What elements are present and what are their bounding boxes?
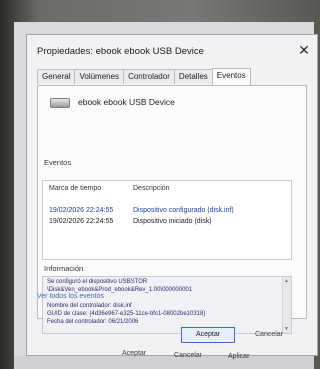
column-header-timestamp[interactable]: Marca de tiempo xyxy=(49,185,101,192)
info-line: Nombre del controlador: disk.inf xyxy=(47,303,132,309)
tab-details[interactable]: Detalles xyxy=(173,69,213,84)
close-icon[interactable]: ✕ xyxy=(295,41,313,59)
properties-dialog: Propiedades: ebook ebook USB Device ✕ Ge… xyxy=(26,34,318,356)
background-cancel-button[interactable]: Cancelar xyxy=(174,352,202,359)
events-list[interactable]: Marca de tiempo Descripción 19/02/2026 2… xyxy=(42,180,292,260)
event-timestamp: 19/02/2026 22:24:55 xyxy=(49,218,114,225)
view-all-events-link[interactable]: Ver todos los eventos xyxy=(37,293,104,300)
info-line: Fecha del controlador: 06/21/2006 xyxy=(47,319,139,325)
column-header-description[interactable]: Descripción xyxy=(133,185,170,192)
tab-volumes[interactable]: Volúmenes xyxy=(74,69,125,84)
background-window-strip xyxy=(14,356,314,369)
event-description: Dispositivo configurado (disk.inf) xyxy=(133,207,234,214)
info-label: Información xyxy=(44,264,84,273)
tab-events[interactable]: Eventos xyxy=(211,68,251,85)
event-description: Dispositivo iniciado (disk) xyxy=(133,218,212,225)
info-line: Se configuró el dispositivo USBSTOR xyxy=(47,279,148,285)
events-panel: ebook ebook USB Device Eventos Marca de … xyxy=(37,85,307,334)
tab-general[interactable]: General xyxy=(37,69,76,84)
info-line: GUID de clase: {4d36e967-e325-11ce-bfc1-… xyxy=(47,311,206,317)
info-textbox[interactable]: Se configuró el dispositivo USBSTOR \Dis… xyxy=(42,276,292,334)
info-scrollbar[interactable]: ▲ ▼ xyxy=(282,277,291,333)
scroll-up-icon[interactable]: ▲ xyxy=(284,278,289,284)
event-row[interactable]: 19/02/2026 22:24:55 Dispositivo iniciado… xyxy=(45,216,289,227)
title-bar: Propiedades: ebook ebook USB Device ✕ xyxy=(27,35,317,65)
events-label: Eventos xyxy=(44,158,72,167)
device-name: ebook ebook USB Device xyxy=(78,97,175,107)
tab-driver[interactable]: Controlador xyxy=(123,69,175,84)
dialog-title: Propiedades: ebook ebook USB Device xyxy=(37,46,204,57)
event-row[interactable]: 19/02/2026 22:24:55 Dispositivo configur… xyxy=(45,205,289,216)
usb-drive-icon xyxy=(50,98,70,108)
accept-button[interactable]: Aceptar xyxy=(181,327,235,343)
scroll-down-icon[interactable]: ▼ xyxy=(284,326,289,332)
cancel-button[interactable]: Cancelar xyxy=(255,331,283,338)
background-apply-button[interactable]: Aplicar xyxy=(228,353,249,360)
background-accept-button[interactable]: Aceptar xyxy=(122,350,146,357)
event-timestamp: 19/02/2026 22:24:55 xyxy=(49,207,114,214)
tab-strip: General Volúmenes Controlador Detalles E… xyxy=(37,68,251,85)
